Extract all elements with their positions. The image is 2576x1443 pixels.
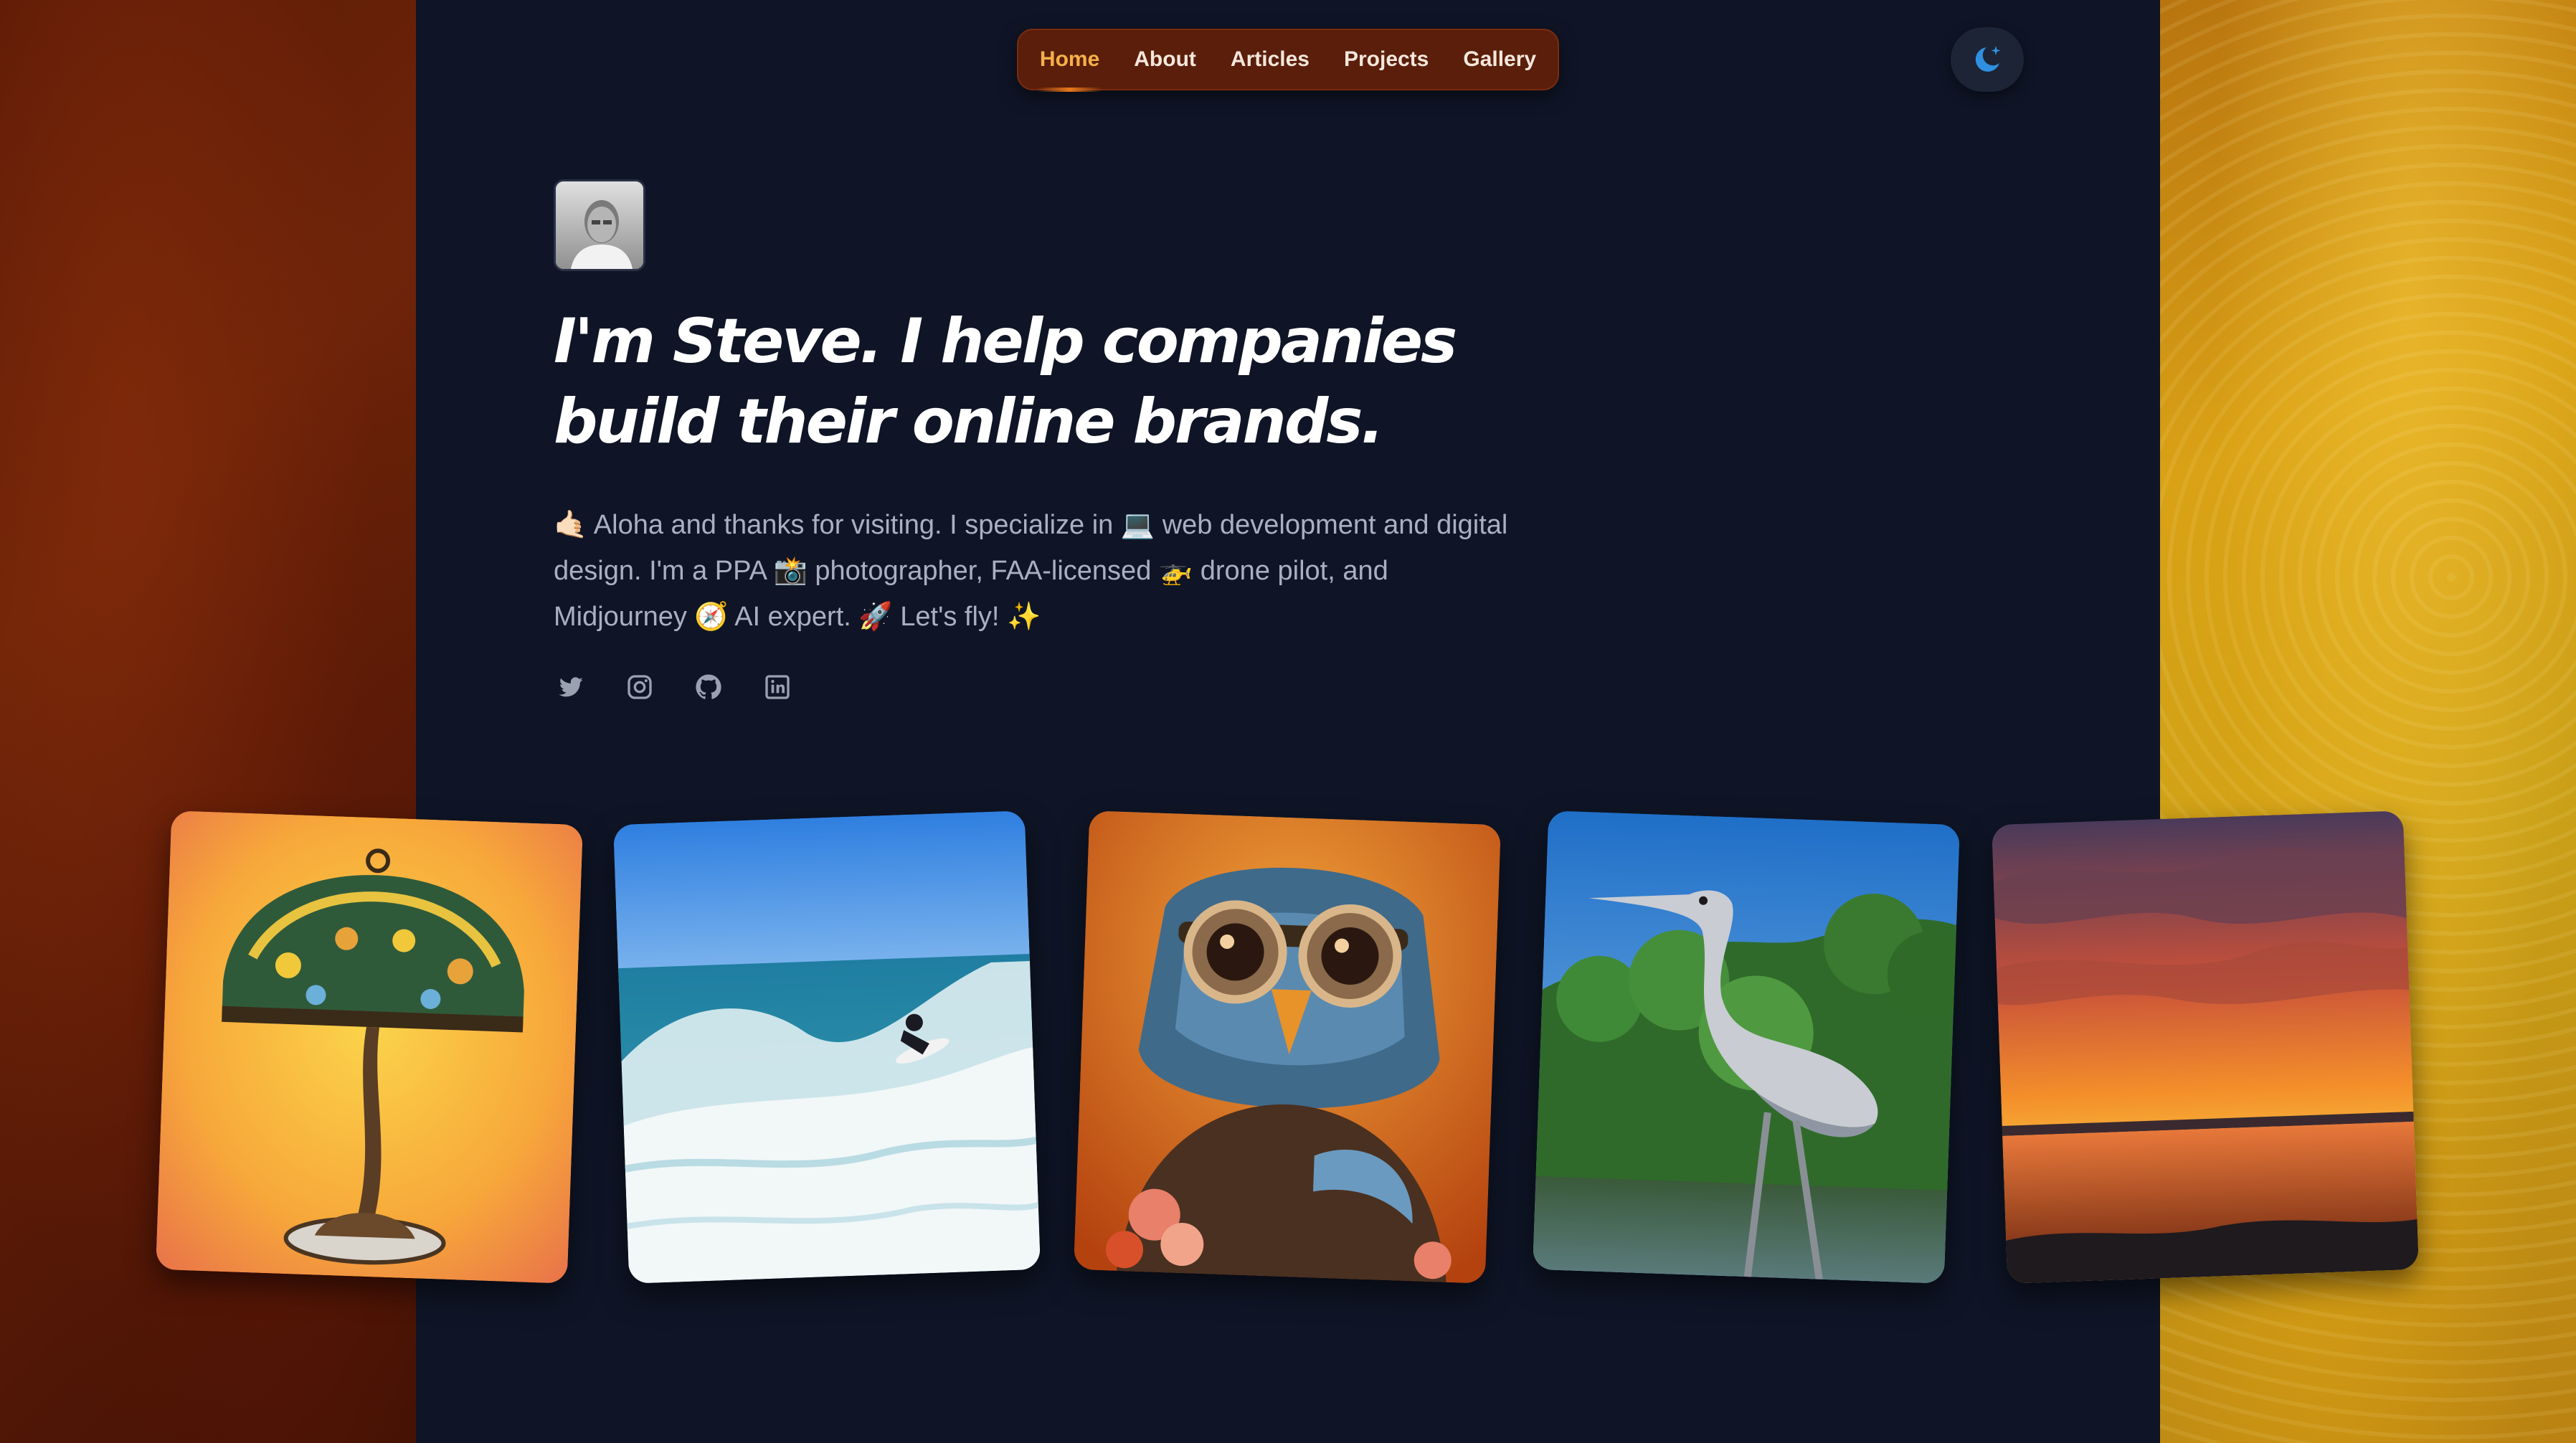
owl-goggles-artwork: [1074, 810, 1501, 1284]
nav-projects[interactable]: Projects: [1327, 29, 1446, 90]
gallery-photo-sunset[interactable]: [1992, 810, 2419, 1284]
social-links: [554, 670, 795, 704]
gallery-photo-heron[interactable]: [1533, 810, 1960, 1284]
nav-articles[interactable]: Articles: [1213, 29, 1327, 90]
nav-home[interactable]: Home: [1023, 29, 1117, 92]
github-link[interactable]: [691, 670, 726, 704]
theme-toggle-button[interactable]: [1951, 27, 2024, 92]
twitter-link[interactable]: [554, 670, 588, 704]
surfer-wave-photo: [613, 810, 1041, 1284]
tiffany-lamp-photo: [156, 810, 583, 1284]
gallery-photo-surfer[interactable]: [613, 810, 1041, 1284]
linkedin-icon: [765, 675, 790, 699]
twitter-icon: [559, 677, 583, 697]
instagram-icon: [628, 675, 652, 699]
avatar-photo: [556, 181, 643, 269]
nav-about[interactable]: About: [1117, 29, 1213, 90]
linkedin-link[interactable]: [760, 670, 795, 704]
hero-headline: I'm Steve. I help companies build their …: [554, 306, 1457, 458]
github-icon: [696, 674, 721, 699]
heron-photo: [1533, 810, 1960, 1284]
gallery-photo-lamp[interactable]: [156, 810, 583, 1284]
main-nav: Home About Articles Projects Gallery: [1017, 29, 1559, 92]
instagram-link[interactable]: [622, 670, 657, 704]
nav-gallery[interactable]: Gallery: [1446, 29, 1553, 90]
gallery-photo-owl[interactable]: [1074, 810, 1501, 1284]
hero-intro: 🤙🏻 Aloha and thanks for visiting. I spec…: [554, 510, 1508, 632]
sunset-river-photo: [1992, 810, 2419, 1284]
moon-star-icon: [1975, 46, 2001, 72]
avatar: [554, 179, 645, 271]
